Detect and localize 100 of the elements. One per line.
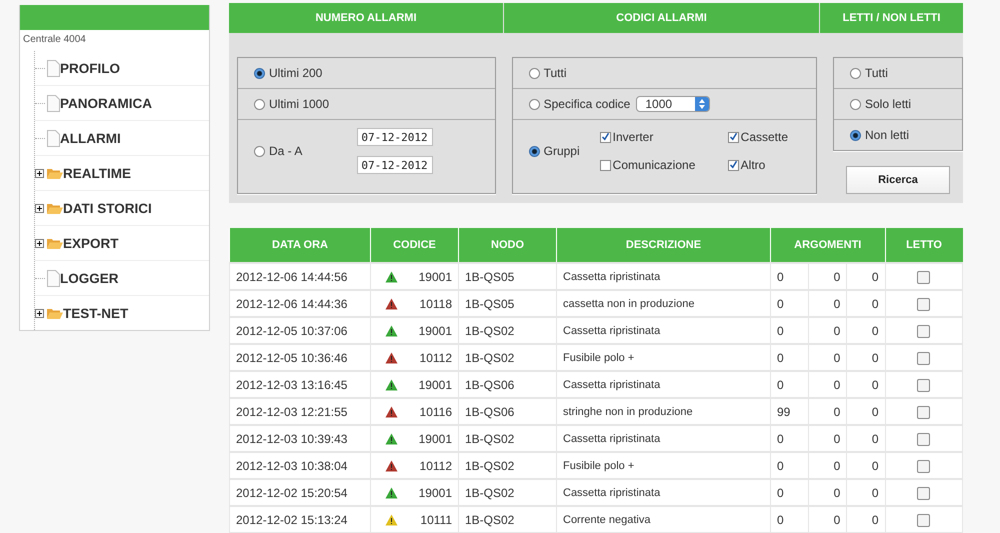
table-cell: 2012-12-03 13:16:45	[230, 371, 370, 398]
table-cell: 2012-12-02 15:20:54	[230, 479, 370, 506]
table-cell: Fusibile polo +	[556, 452, 770, 479]
table-cell: 1B-QS02	[458, 344, 556, 371]
checkbox[interactable]	[917, 352, 930, 365]
table-cell: 0	[846, 317, 885, 344]
tree-item[interactable]: LOGGER	[35, 261, 209, 296]
expand-icon[interactable]	[35, 238, 44, 248]
table-cell: 19001	[418, 486, 452, 500]
table-cell: 2012-12-05 10:36:46	[230, 344, 370, 371]
table-cell: 19001	[418, 432, 452, 446]
table-cell: 99	[770, 398, 809, 425]
radio-button[interactable]: Ultimi 1000	[254, 97, 330, 111]
table-cell: 2012-12-03 10:38:04	[230, 452, 370, 479]
radio-button[interactable]: Tutti	[528, 66, 567, 80]
table-cell: Cassetta ripristinata	[556, 263, 770, 290]
checkbox[interactable]	[917, 514, 930, 527]
checkbox[interactable]: Cassette	[728, 130, 788, 144]
column-header: NUMERO ALLARMI	[229, 3, 504, 33]
table-cell: 0	[846, 398, 885, 425]
table-cell: 0	[846, 263, 885, 290]
page-icon	[47, 270, 60, 286]
date-field[interactable]: 07-12-2012	[357, 128, 434, 146]
table-cell: 0	[770, 452, 809, 479]
table-cell: 0	[808, 479, 847, 506]
expand-icon[interactable]	[35, 204, 44, 212]
table-cell: 1B-QS02	[458, 425, 556, 452]
table-cell: 0	[770, 344, 809, 371]
table-cell: 10112	[420, 350, 452, 364]
column-header: LETTI / NON LETTI	[820, 3, 963, 33]
table-cell: 19001	[418, 270, 452, 284]
table-cell: 0	[770, 290, 809, 317]
table-cell: 1B-QS02	[458, 317, 556, 344]
folder-icon	[46, 306, 63, 320]
table-cell: 0	[808, 506, 847, 533]
tree-item[interactable]: TEST-NET	[35, 296, 209, 330]
page-icon	[47, 94, 60, 112]
table-cell: 0	[770, 425, 809, 452]
table-cell: 2012-12-05 10:37:06	[230, 317, 370, 344]
column-header: DATA ORA	[230, 228, 370, 263]
table-cell: 10111	[420, 512, 452, 526]
date-field[interactable]: 07-12-2012	[357, 156, 434, 174]
expand-icon[interactable]	[35, 308, 44, 318]
checkbox[interactable]	[917, 378, 930, 392]
radio-button[interactable]: Non letti	[850, 128, 910, 142]
table-cell: 1B-QS05	[458, 290, 556, 317]
radio-button[interactable]: Ultimi 200	[254, 66, 322, 80]
table-cell: 0	[846, 452, 885, 479]
checkbox[interactable]	[917, 460, 930, 473]
radio-button[interactable]: Da - A	[254, 144, 302, 158]
checkbox[interactable]	[917, 298, 930, 311]
table-cell: 0	[808, 317, 847, 344]
checkbox[interactable]	[917, 432, 930, 446]
sidebar-title: Centrale 4004	[22, 33, 87, 45]
column-header: NODO	[458, 228, 556, 263]
stepper-icon	[699, 99, 706, 109]
column-header: CODICI ALLARMI	[504, 3, 820, 33]
search-button[interactable]: Ricerca	[846, 166, 950, 194]
table-cell: 0	[808, 425, 847, 452]
checkbox[interactable]: Altro	[728, 158, 788, 172]
table-cell: 1B-QS02	[458, 506, 556, 533]
checkbox[interactable]	[917, 406, 930, 419]
table-cell: Cassetta ripristinata	[556, 479, 770, 506]
expand-icon[interactable]	[35, 168, 44, 178]
table-cell: 0	[808, 263, 847, 290]
tree-item[interactable]: EXPORT	[35, 226, 209, 261]
tree-item[interactable]: PROFILO	[35, 51, 209, 86]
table-cell: 0	[846, 371, 885, 398]
tree-item[interactable]: ALLARMI	[35, 121, 209, 156]
checkbox[interactable]	[917, 486, 930, 500]
tree-item[interactable]: REALTIME	[35, 156, 209, 191]
radio-button[interactable]: Gruppi	[528, 144, 580, 158]
code-dropdown[interactable]: 1000	[636, 96, 710, 112]
checkbox[interactable]: Inverter	[600, 130, 728, 144]
tree-item[interactable]: PANORAMICA	[35, 86, 209, 121]
checkbox[interactable]: Comunicazione	[600, 158, 728, 172]
column-header: LETTO	[885, 228, 962, 263]
radio-button[interactable]: Tutti	[850, 66, 888, 80]
table-cell: 1B-QS02	[458, 452, 556, 479]
table-cell: 10112	[420, 458, 452, 472]
table-cell: Corrente negativa	[556, 506, 770, 533]
table-cell: 2012-12-06 14:44:36	[230, 290, 370, 317]
table-cell: cassetta non in produzione	[556, 290, 770, 317]
table-cell: 0	[770, 479, 809, 506]
radio-button[interactable]: Specifica codice	[528, 97, 630, 111]
radio-button[interactable]: Solo letti	[850, 97, 912, 111]
table-cell: Cassetta ripristinata	[556, 371, 770, 398]
table-cell: 0	[808, 371, 847, 398]
table-cell: 0	[770, 371, 809, 398]
table-cell: 0	[770, 506, 809, 533]
tree-item[interactable]: DATI STORICI	[35, 191, 209, 226]
table-cell: 2012-12-03 10:39:43	[230, 425, 370, 452]
folder-icon	[46, 166, 63, 180]
table-cell: Cassetta ripristinata	[556, 317, 770, 344]
table-cell: 1B-QS06	[458, 398, 556, 425]
table-cell: 0	[846, 344, 885, 371]
checkbox[interactable]	[917, 270, 930, 284]
checkbox[interactable]	[917, 324, 930, 338]
table-cell: 0	[846, 425, 885, 452]
check-icon	[728, 159, 738, 171]
